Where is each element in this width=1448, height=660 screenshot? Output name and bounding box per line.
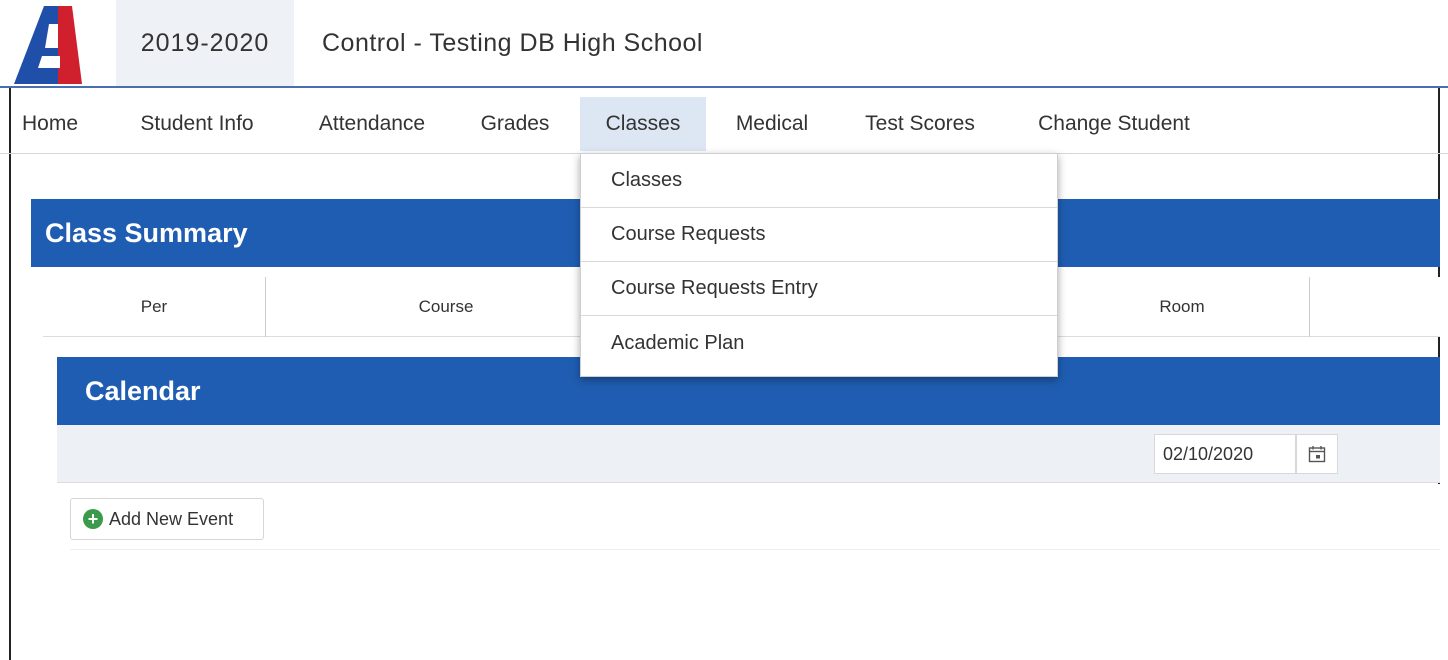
column-course[interactable]: Course (266, 277, 626, 337)
school-name[interactable]: Control - Testing DB High School (322, 0, 703, 86)
aeries-logo[interactable] (14, 6, 82, 84)
nav-test-scores[interactable]: Test Scores (848, 97, 992, 151)
nav-classes[interactable]: Classes (580, 97, 706, 151)
menu-item-course-requests[interactable]: Course Requests (581, 208, 1057, 262)
nav-attendance[interactable]: Attendance (298, 97, 446, 151)
nav-home[interactable]: Home (10, 97, 90, 151)
plus-circle-icon: + (83, 509, 103, 529)
classes-dropdown-menu: Classes Course Requests Course Requests … (580, 153, 1058, 377)
school-year[interactable]: 2019-2020 (116, 0, 294, 86)
menu-item-classes[interactable]: Classes (581, 154, 1057, 208)
main-nav: Home Student Info Attendance Grades Clas… (0, 97, 1448, 153)
add-new-event-label: Add New Event (109, 508, 234, 529)
date-picker-button[interactable] (1296, 434, 1338, 474)
column-room[interactable]: Room (1055, 277, 1309, 337)
nav-student-info[interactable]: Student Info (118, 97, 276, 151)
calendar-date-input[interactable] (1154, 434, 1296, 474)
calendar-divider (70, 549, 1440, 550)
app-header: 2019-2020 Control - Testing DB High Scho… (0, 0, 1448, 86)
menu-item-academic-plan[interactable]: Academic Plan (581, 316, 1057, 370)
column-divider (1309, 277, 1310, 337)
menu-item-course-requests-entry[interactable]: Course Requests Entry (581, 262, 1057, 316)
header-divider (0, 86, 1448, 88)
nav-medical[interactable]: Medical (718, 97, 826, 151)
nav-grades[interactable]: Grades (460, 97, 570, 151)
column-per[interactable]: Per (43, 277, 265, 337)
calendar-body (57, 484, 1440, 660)
calendar-icon (1308, 446, 1326, 463)
nav-change-student[interactable]: Change Student (1014, 97, 1214, 151)
add-new-event-button[interactable]: + Add New Event (70, 498, 264, 540)
